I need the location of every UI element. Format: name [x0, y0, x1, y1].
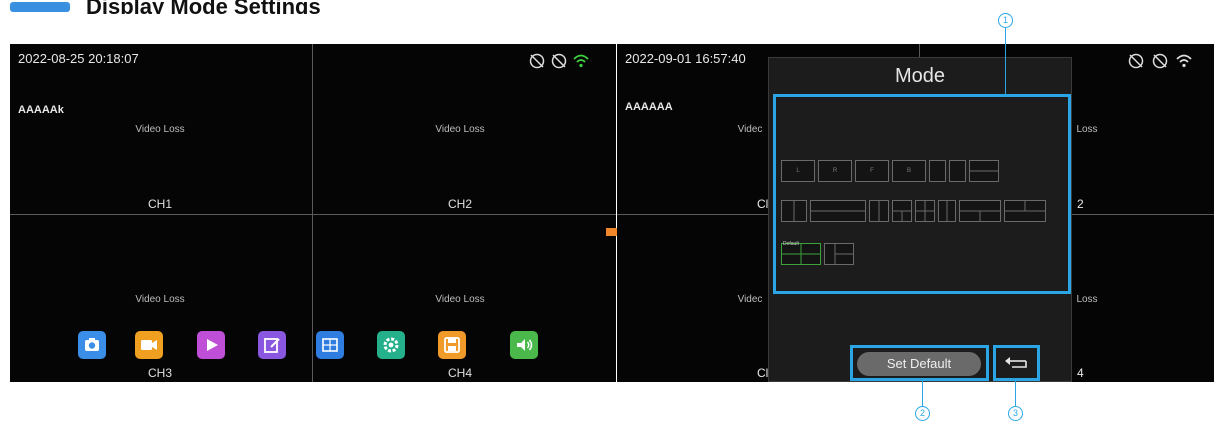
settings-icon[interactable] [377, 331, 405, 359]
back-arrow-icon [1005, 357, 1027, 368]
channel-label-ch3: CH3 [147, 366, 173, 380]
video-loss-partial: Videc [737, 124, 763, 135]
snapshot-icon[interactable] [78, 331, 106, 359]
video-loss-ch1: Video Loss [135, 124, 185, 135]
record-icon[interactable] [135, 331, 163, 359]
back-button[interactable] [998, 352, 1036, 376]
channel-label-partial: 4 [1077, 366, 1084, 380]
callout-leader-3 [1015, 380, 1016, 407]
mode-option-split[interactable] [938, 200, 956, 222]
playback-icon[interactable] [197, 331, 225, 359]
mode-option-split[interactable] [949, 160, 966, 182]
mode-option-split[interactable] [969, 160, 999, 182]
grid-divider-vertical [312, 44, 313, 382]
video-loss-partial: Loss [1076, 124, 1098, 135]
mode-option-single[interactable]: F [855, 160, 889, 182]
wifi-icon [573, 54, 589, 68]
video-loss-partial: Loss [1076, 294, 1098, 305]
mode-row-1: L R F B [781, 160, 999, 182]
grid-divider-horizontal [617, 214, 768, 215]
osd-text: AAAAAA [625, 101, 673, 113]
left-screen: 2022-08-25 20:18:07 AAAAAk Video Loss Vi… [10, 44, 616, 382]
set-default-button[interactable]: Set Default [857, 352, 981, 376]
callout-2: 2 [915, 406, 930, 421]
gps-off-icon [1152, 53, 1168, 69]
mode-option-split[interactable] [929, 160, 946, 182]
mode-dialog: Mode L R F B Default Set Default [768, 57, 1072, 382]
osd-text: AAAAAk [18, 104, 64, 116]
mode-option-single[interactable]: L [781, 160, 815, 182]
gps-off-icon [1128, 53, 1144, 69]
default-label: Default [783, 241, 799, 247]
gps-off-icon [529, 53, 545, 69]
video-loss-partial: Videc [737, 294, 763, 305]
mode-option-split[interactable] [959, 200, 1001, 222]
heading-badge [10, 2, 70, 12]
audio-icon[interactable] [510, 331, 538, 359]
mode-option-split[interactable] [810, 200, 866, 222]
callout-leader-2 [922, 380, 923, 407]
callout-1: 1 [998, 13, 1013, 28]
video-loss-ch4: Video Loss [435, 294, 485, 305]
dialog-title: Mode [894, 65, 946, 87]
mode-option-single[interactable]: B [892, 160, 926, 182]
video-loss-ch2: Video Loss [435, 124, 485, 135]
channel-label-partial: 2 [1077, 197, 1084, 211]
save-icon[interactable] [438, 331, 466, 359]
channel-label-partial: Cl [757, 197, 769, 211]
channel-label-ch4: CH4 [447, 366, 473, 380]
gps-off-icon [551, 53, 567, 69]
video-loss-ch3: Video Loss [135, 294, 185, 305]
timestamp: 2022-09-01 16:57:40 [625, 51, 746, 66]
mode-option-split[interactable] [824, 243, 854, 265]
edit-icon[interactable] [258, 331, 286, 359]
page-heading: Display Mode Settings [86, 0, 321, 14]
callout-3: 3 [1008, 406, 1023, 421]
callout-leader-1 [1005, 27, 1006, 95]
grid-divider-horizontal [10, 214, 616, 215]
grid-divider-horizontal [1072, 214, 1214, 215]
mode-option-split[interactable] [892, 200, 912, 222]
channel-label-partial: Cl [757, 366, 769, 380]
mode-option-split[interactable] [869, 200, 889, 222]
layout-icon[interactable] [316, 331, 344, 359]
channel-label-ch1: CH1 [147, 197, 173, 211]
mode-option-single[interactable]: R [818, 160, 852, 182]
channel-label-ch2: CH2 [447, 197, 473, 211]
mode-row-2 [781, 200, 1046, 222]
mode-option-split[interactable] [915, 200, 935, 222]
timestamp: 2022-08-25 20:18:07 [18, 51, 139, 66]
mode-option-split[interactable] [781, 200, 807, 222]
mode-option-split[interactable] [1004, 200, 1046, 222]
wifi-icon [1176, 54, 1192, 68]
